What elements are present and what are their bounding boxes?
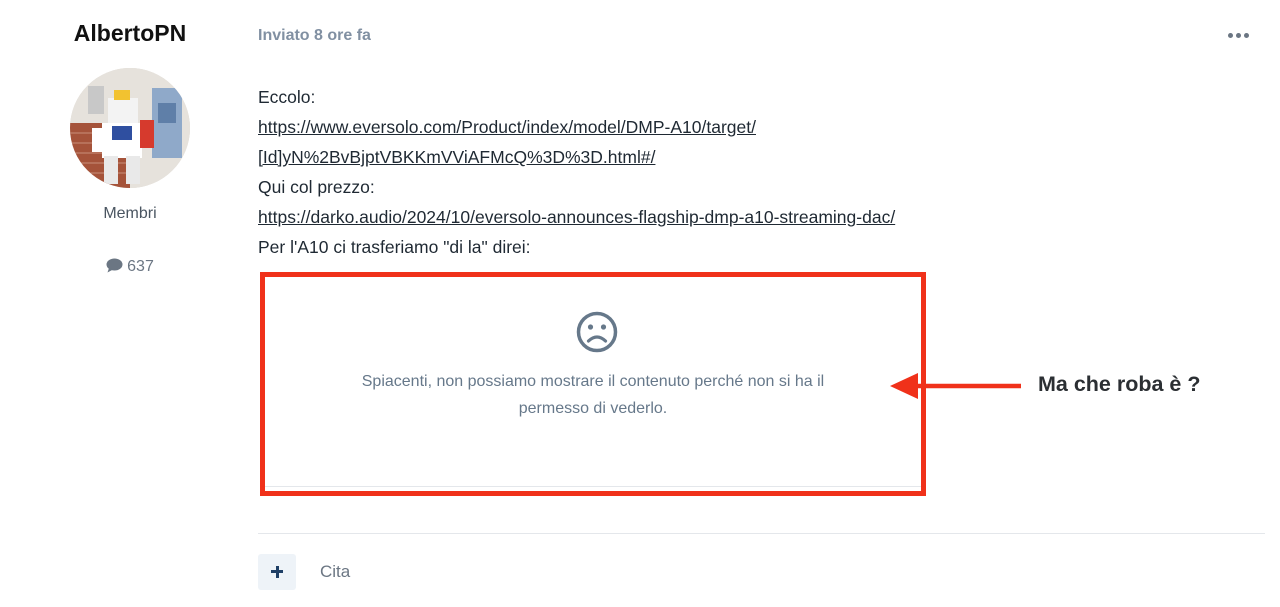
permission-message: Spiacenti, non possiamo mostrare il cont… — [295, 368, 891, 422]
quote-button[interactable]: Cita — [320, 562, 350, 582]
post-line: Per l'A10 ci trasferiamo "di la" direi: — [258, 237, 531, 257]
post-line: Eccolo: — [258, 87, 316, 107]
permission-message-line: Spiacenti, non possiamo mostrare il cont… — [361, 373, 825, 390]
sad-face-icon — [576, 311, 618, 353]
forum-post: AlbertoPN Membri 637 Inviato 8 ore fa Ec… — [0, 0, 1280, 607]
permission-message-line: permesso di vederlo. — [518, 400, 668, 417]
author-post-count[interactable]: 637 — [0, 258, 260, 278]
post-content: Eccolo: https://www.eversolo.com/Product… — [258, 82, 1158, 262]
product-link-continued[interactable]: [Id]yN%2BvBjptVBKKmVViAFMcQ%3D%3D.html#/ — [258, 147, 655, 167]
blocked-content-embed: Spiacenti, non possiamo mostrare il cont… — [260, 272, 926, 496]
annotation-arrow-icon — [888, 370, 1023, 402]
post-timestamp[interactable]: Inviato 8 ore fa — [258, 27, 371, 45]
author-avatar[interactable] — [70, 68, 190, 188]
avatar-image — [70, 68, 190, 188]
author-name[interactable]: AlbertoPN — [0, 20, 260, 47]
price-article-link[interactable]: https://darko.audio/2024/10/eversolo-ann… — [258, 207, 895, 227]
plus-icon[interactable] — [258, 554, 296, 590]
post-divider — [258, 533, 1265, 534]
comment-icon — [106, 258, 123, 278]
embed-divider — [265, 486, 921, 487]
product-link[interactable]: https://www.eversolo.com/Product/index/m… — [258, 117, 756, 137]
post-line: Qui col prezzo: — [258, 177, 375, 197]
post-count-value: 637 — [127, 258, 154, 275]
author-group: Membri — [103, 205, 157, 222]
ellipsis-icon[interactable] — [1226, 28, 1252, 42]
annotation-text: Ma che roba è ? — [1038, 372, 1201, 396]
